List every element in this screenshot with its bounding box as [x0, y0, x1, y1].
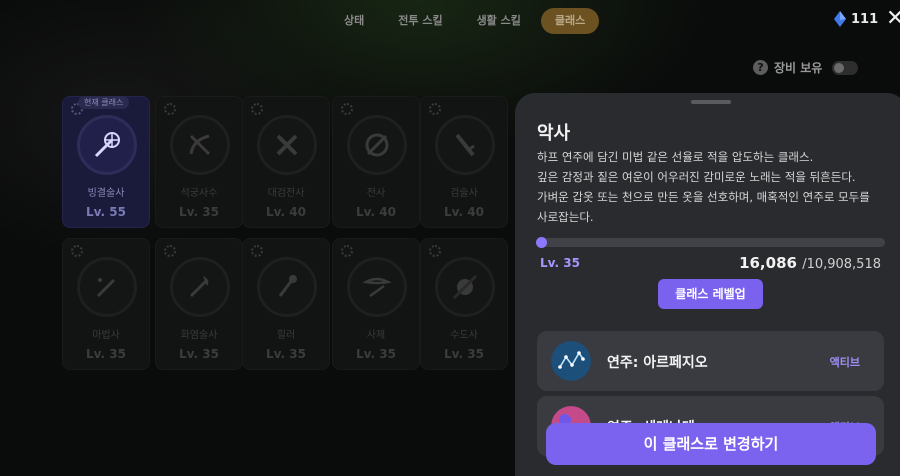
- class-card-crossbow[interactable]: 석궁사수 Lv. 35: [155, 96, 243, 228]
- xp-progress-knob: [536, 237, 547, 248]
- class-card-swordsman[interactable]: 검술사 Lv. 40: [420, 96, 508, 228]
- winged-icon: [347, 257, 407, 317]
- class-level: Lv. 40: [266, 205, 306, 219]
- skill-row[interactable]: 연주: 아르페지오 액티브: [537, 331, 884, 391]
- class-card-ice-mage[interactable]: 빙결술사 Lv. 55: [62, 96, 150, 228]
- class-name: 전사: [366, 188, 386, 199]
- healing-staff-icon: [257, 257, 317, 317]
- constellation-icon: [551, 341, 591, 381]
- class-level: Lv. 40: [356, 205, 396, 219]
- blue-gem-icon: [834, 11, 846, 27]
- class-level: Lv. 35: [444, 347, 484, 361]
- description-line: 사로잡는다.: [537, 210, 594, 224]
- class-level: Lv. 35: [179, 347, 219, 361]
- change-class-button[interactable]: 이 클래스로 변경하기: [546, 423, 876, 465]
- class-card-fire-mage[interactable]: 화염술사 Lv. 35: [155, 238, 243, 370]
- description-line: 깊은 감정과 짙은 여운이 어우러진 감미로운 노래는 적을 뒤흔든다.: [537, 170, 856, 184]
- class-card-mage[interactable]: 마법사 Lv. 35: [62, 238, 150, 370]
- help-icon[interactable]: ?: [753, 60, 768, 75]
- class-name: 대검전사: [267, 188, 305, 199]
- class-level: Lv. 35: [356, 347, 396, 361]
- class-card-healer[interactable]: 힐러 Lv. 35: [242, 238, 330, 370]
- flame-staff-icon: [170, 257, 230, 317]
- class-grid: 빙결술사 Lv. 55 석궁사수 Lv. 35 대검전사 Lv. 40 전사 L…: [62, 96, 522, 376]
- gear-icon[interactable]: [251, 245, 263, 257]
- class-name: 빙결술사: [87, 188, 125, 199]
- shield-icon: [347, 115, 407, 175]
- xp-current: 16,086: [739, 254, 797, 272]
- class-name: 화염술사: [180, 330, 218, 341]
- equip-filter: ? 장비 보유: [753, 59, 859, 76]
- wand-icon: [77, 257, 137, 317]
- class-level: Lv. 35: [179, 205, 219, 219]
- xp-progress-bar: [536, 237, 885, 248]
- top-nav: 상태 전투 스킬 생활 스킬 클래스: [330, 8, 600, 34]
- crossed-sword-snowflake-icon: [77, 115, 137, 175]
- class-level-text: Lv. 35: [540, 256, 580, 270]
- class-name: 마법사: [92, 330, 120, 341]
- class-description: 하프 연주에 담긴 미법 같은 선율로 적을 압도하는 클래스. 깊은 감정과 …: [537, 147, 887, 227]
- greatsword-icon: [257, 115, 317, 175]
- gear-icon[interactable]: [251, 103, 263, 115]
- class-card-greatsword[interactable]: 대검전사 Lv. 40: [242, 96, 330, 228]
- gear-icon[interactable]: [429, 245, 441, 257]
- class-name: 힐러: [276, 330, 296, 341]
- description-line: 하프 연주에 담긴 미법 같은 선율로 적을 압도하는 클래스.: [537, 150, 814, 164]
- gear-icon[interactable]: [164, 103, 176, 115]
- tab-life-skills[interactable]: 생활 스킬: [463, 8, 535, 34]
- skill-name: 연주: 아르페지오: [607, 355, 708, 371]
- fist-staff-icon: [435, 257, 495, 317]
- gear-icon[interactable]: [164, 245, 176, 257]
- class-level: Lv. 35: [266, 347, 306, 361]
- class-level: Lv. 40: [444, 205, 484, 219]
- class-name: 수도사: [450, 330, 478, 341]
- gear-icon[interactable]: [71, 245, 83, 257]
- class-detail-panel: 악사 하프 연주에 담긴 미법 같은 선율로 적을 압도하는 클래스. 깊은 감…: [515, 93, 900, 476]
- sheet-grabber[interactable]: [691, 100, 731, 104]
- current-class-badge: 현재 클래스: [78, 96, 130, 109]
- tab-status[interactable]: 상태: [330, 8, 378, 34]
- currency-display: 111: [833, 11, 878, 27]
- equip-filter-label: 장비 보유: [774, 61, 823, 75]
- crossbow-icon: [170, 115, 230, 175]
- class-level: Lv. 55: [86, 205, 126, 219]
- class-card-monk[interactable]: 수도사 Lv. 35: [420, 238, 508, 370]
- class-name: 검술사: [450, 188, 478, 199]
- class-level-up-button[interactable]: 클래스 레벨업: [658, 279, 763, 309]
- class-title: 악사: [537, 123, 571, 144]
- equip-toggle-switch[interactable]: [832, 60, 859, 75]
- skill-tag: 액티브: [829, 356, 860, 369]
- close-icon[interactable]: ✕: [886, 8, 900, 30]
- class-card-priest[interactable]: 사제 Lv. 35: [332, 238, 420, 370]
- description-line: 가벼운 갑옷 또는 천으로 만든 옷을 선호하며, 매혹적인 연주로 모두를: [537, 190, 870, 204]
- tab-class[interactable]: 클래스: [540, 8, 600, 34]
- gear-icon[interactable]: [429, 103, 441, 115]
- xp-max: /10,908,518: [802, 257, 881, 272]
- class-level: Lv. 35: [86, 347, 126, 361]
- gear-icon[interactable]: [341, 245, 353, 257]
- currency-amount: 111: [851, 11, 879, 27]
- tab-combat-skills[interactable]: 전투 스킬: [384, 8, 456, 34]
- sword-icon: [435, 115, 495, 175]
- gear-icon[interactable]: [341, 103, 353, 115]
- class-card-warrior[interactable]: 전사 Lv. 40: [332, 96, 420, 228]
- class-name: 석궁사수: [180, 188, 218, 199]
- class-name: 사제: [366, 330, 386, 341]
- xp-readout: 16,086 /10,908,518: [739, 254, 881, 272]
